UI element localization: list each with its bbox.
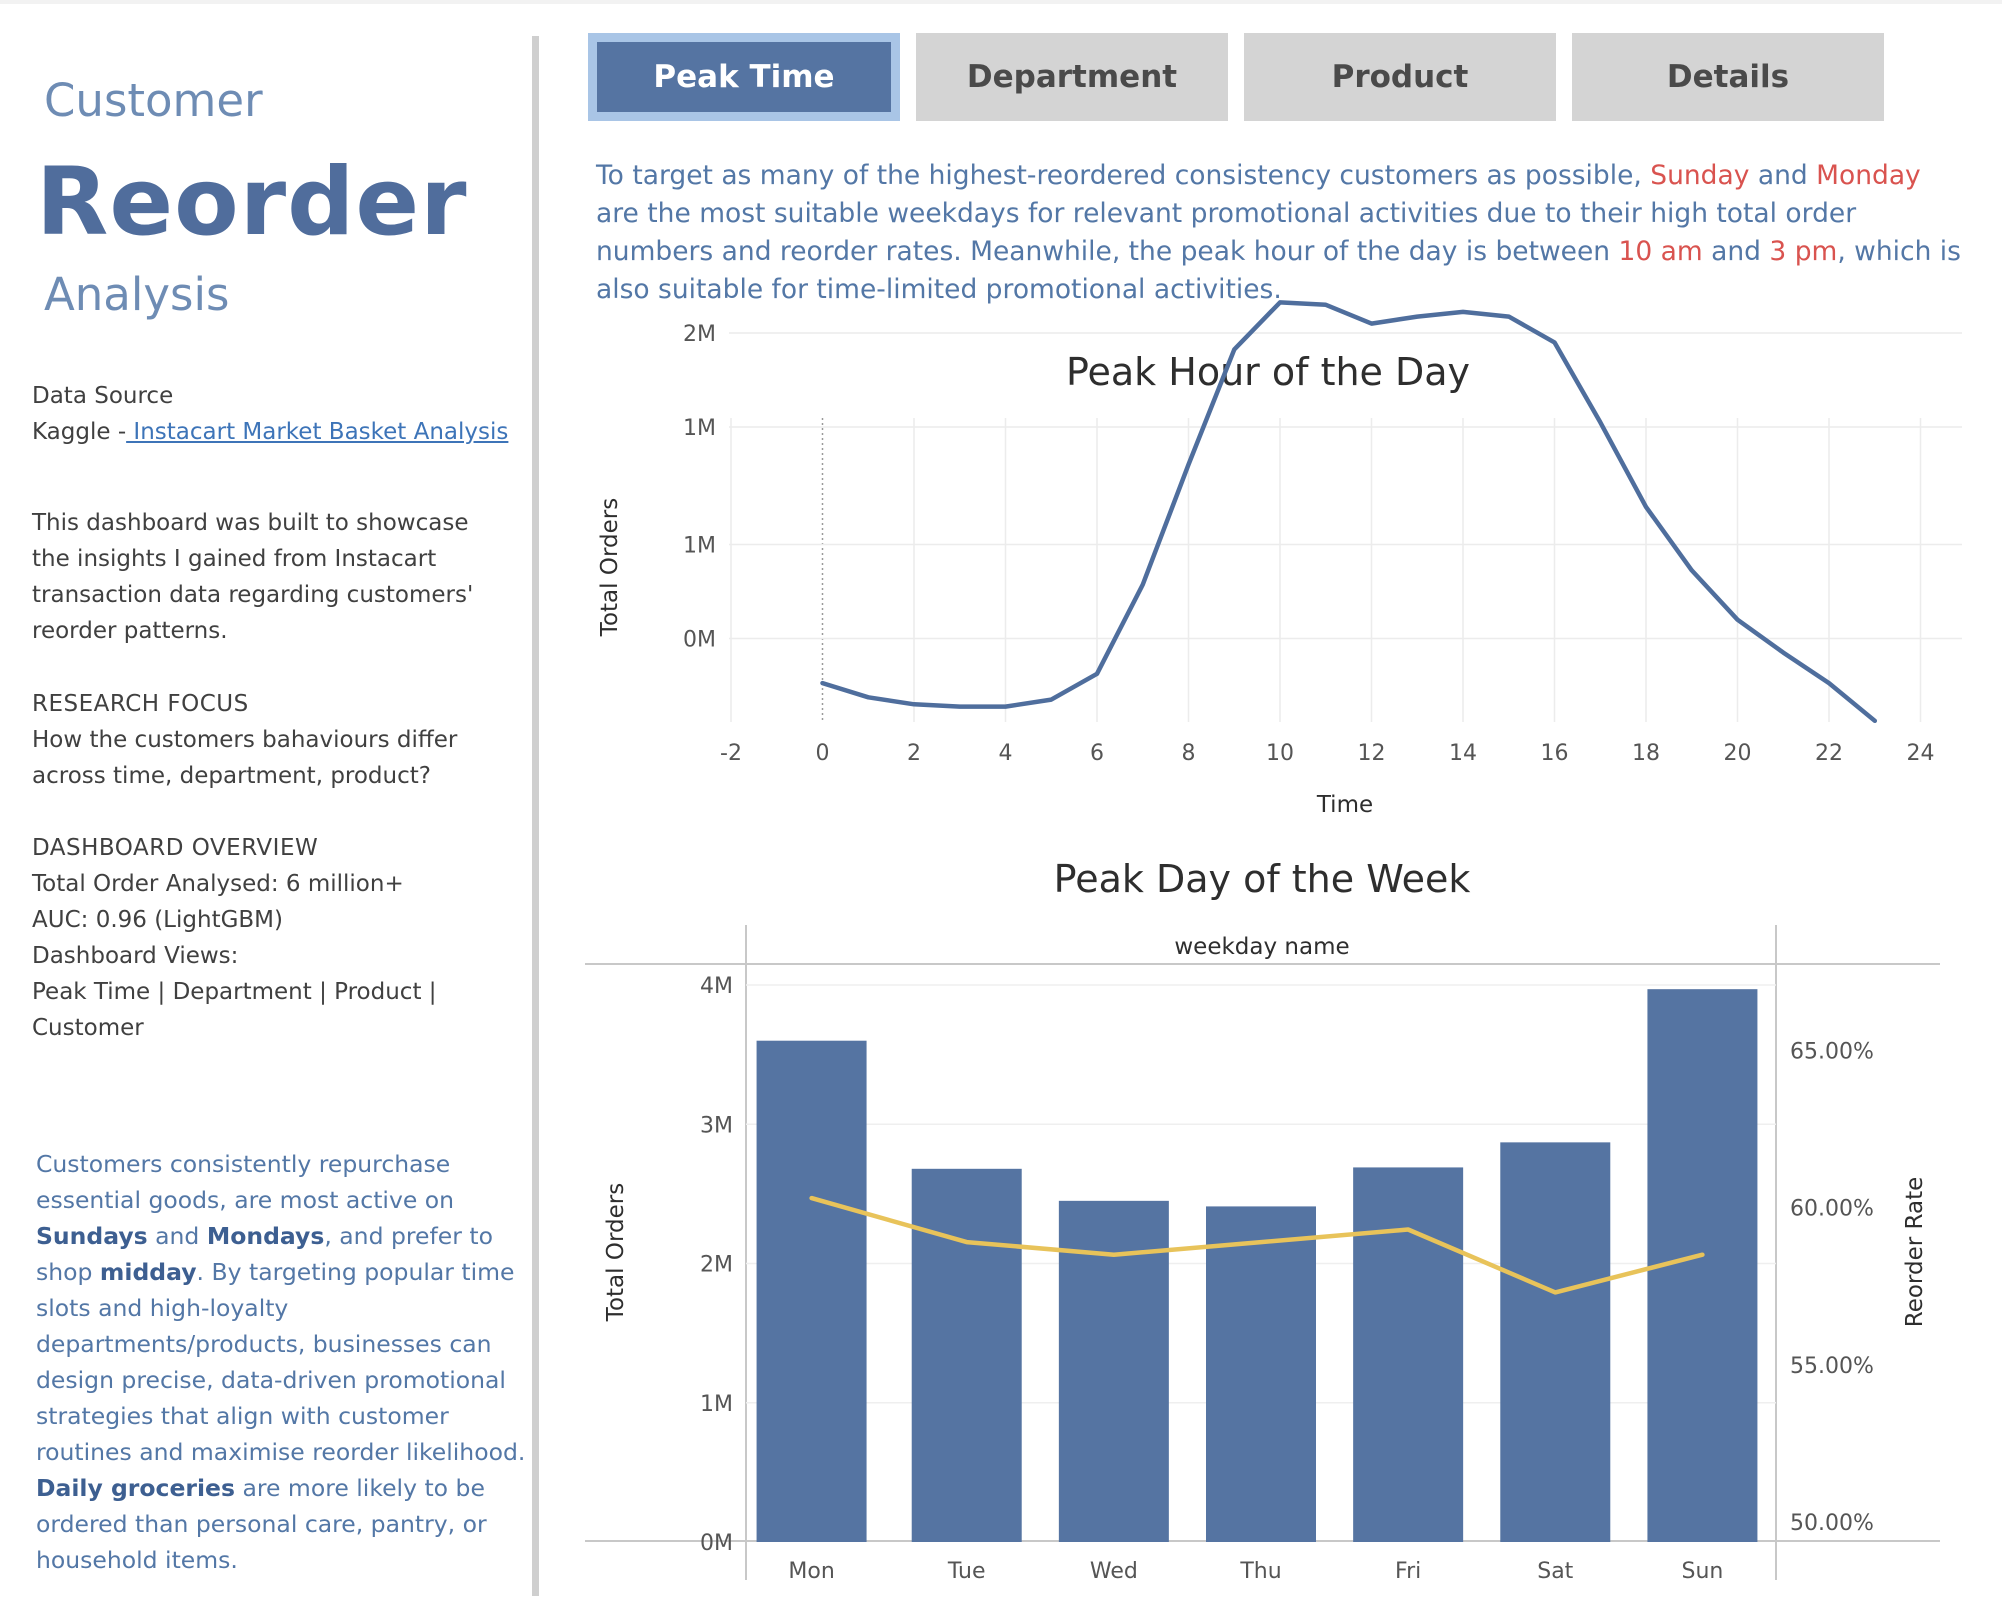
peak-hour-title: Peak Hour of the Day xyxy=(1066,350,1470,394)
x-tick-label: 14 xyxy=(1449,741,1477,766)
x-tick-label: 18 xyxy=(1632,741,1660,766)
y-tick-label: 3M xyxy=(700,1113,733,1138)
bar-sat xyxy=(1500,1142,1611,1542)
x-tick-label: 16 xyxy=(1541,741,1569,766)
x-tick-label: 24 xyxy=(1907,741,1935,766)
y-tick-label: 0M xyxy=(683,628,716,653)
charts-canvas: Peak Hour of the Day Time Total Orders -… xyxy=(585,300,1962,1584)
peak-day-ylabel: Total Orders xyxy=(603,1183,629,1322)
x-tick-label: Sun xyxy=(1681,1559,1723,1584)
x-tick-label: 6 xyxy=(1090,741,1104,766)
y-tick-label: 1M xyxy=(700,1392,733,1417)
peak-day-header: weekday name xyxy=(1174,934,1349,960)
y2-tick-label: 60.00% xyxy=(1790,1197,1874,1222)
x-tick-label: 4 xyxy=(999,741,1013,766)
x-tick-label: -2 xyxy=(720,741,742,766)
y-tick-label: 1M xyxy=(683,534,716,559)
bar-fri xyxy=(1353,1167,1464,1542)
peak-hour-chart: Peak Hour of the Day Time Total Orders -… xyxy=(597,300,1962,818)
peak-day-y2label: Reorder Rate xyxy=(1902,1177,1928,1327)
y-tick-label: 1M xyxy=(683,416,716,441)
x-tick-label: Mon xyxy=(788,1559,834,1584)
x-tick-label: Sat xyxy=(1537,1559,1573,1584)
y-tick-label: 4M xyxy=(700,974,733,999)
x-tick-label: Tue xyxy=(947,1559,986,1584)
x-tick-label: 10 xyxy=(1266,741,1294,766)
x-tick-label: 22 xyxy=(1815,741,1843,766)
x-tick-label: 8 xyxy=(1182,741,1196,766)
y-tick-label: 2M xyxy=(700,1253,733,1278)
peak-hour-ylabel: Total Orders xyxy=(597,498,623,637)
y2-tick-label: 50.00% xyxy=(1790,1511,1874,1536)
x-tick-label: 12 xyxy=(1358,741,1386,766)
x-tick-label: Fri xyxy=(1395,1559,1421,1584)
y-tick-label: 2M xyxy=(683,322,716,347)
peak-day-title: Peak Day of the Week xyxy=(1054,857,1471,901)
peak-day-chart: Peak Day of the Week weekday name Total … xyxy=(585,857,1940,1584)
x-tick-label: 20 xyxy=(1724,741,1752,766)
x-tick-label: Wed xyxy=(1090,1559,1138,1584)
peak-hour-xlabel: Time xyxy=(1316,792,1373,818)
bar-thu xyxy=(1206,1206,1316,1542)
x-tick-label: Thu xyxy=(1239,1559,1281,1584)
x-tick-label: 2 xyxy=(907,741,921,766)
bar-tue xyxy=(911,1168,1022,1542)
y2-tick-label: 55.00% xyxy=(1790,1354,1874,1379)
y2-tick-label: 65.00% xyxy=(1790,1039,1874,1064)
y-tick-label: 0M xyxy=(700,1531,733,1556)
x-tick-label: 0 xyxy=(816,741,830,766)
bar-mon xyxy=(756,1040,867,1542)
